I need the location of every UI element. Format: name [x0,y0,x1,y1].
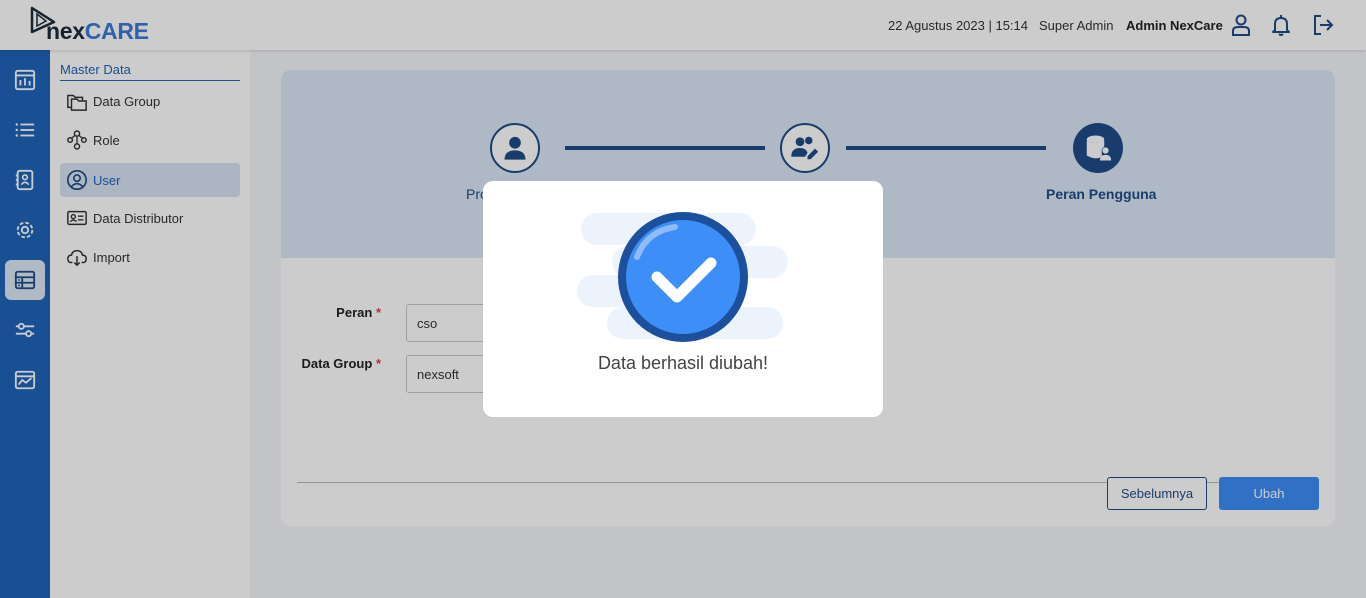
success-message: Data berhasil diubah! [597,353,769,373]
success-modal: Data berhasil diubah! [483,181,883,417]
success-check-icon [577,212,788,342]
